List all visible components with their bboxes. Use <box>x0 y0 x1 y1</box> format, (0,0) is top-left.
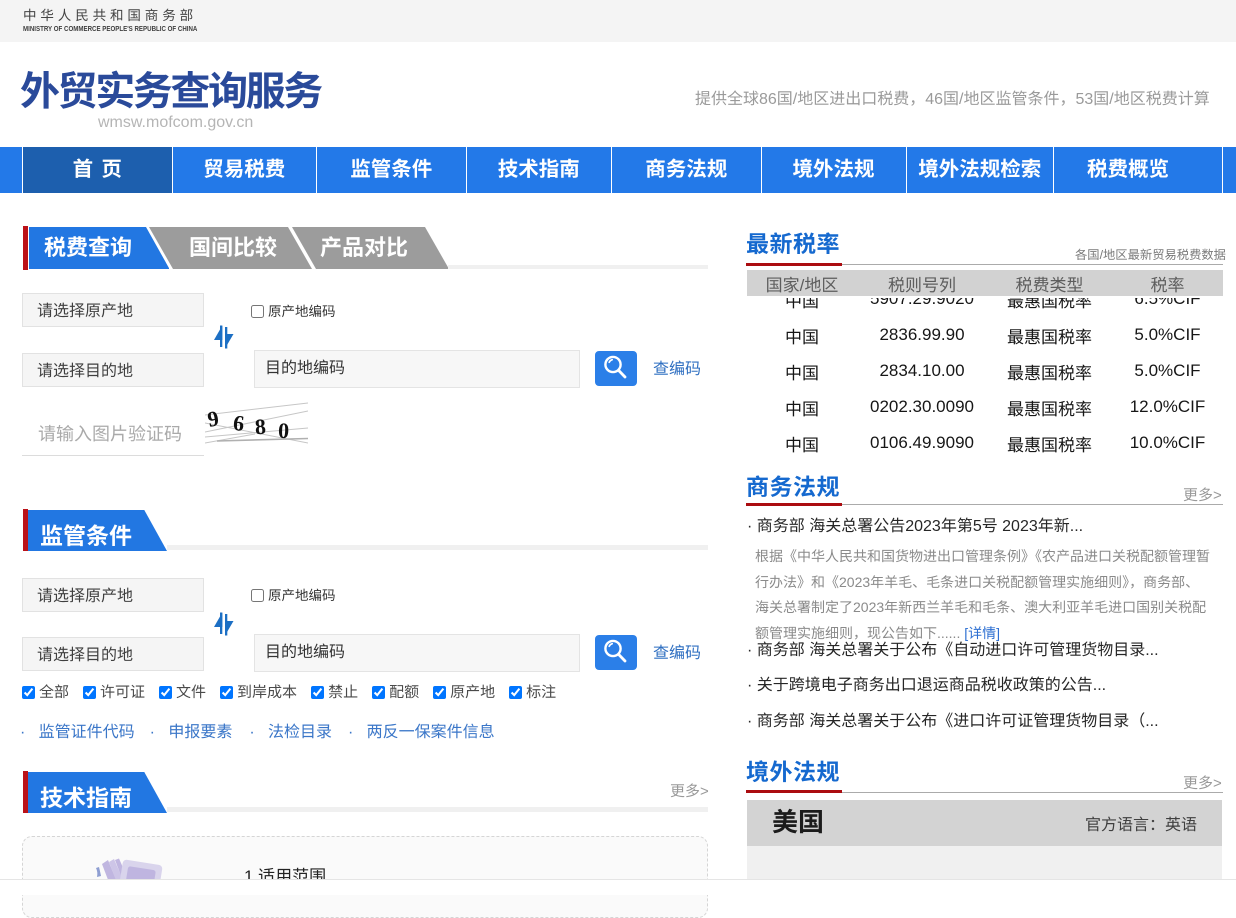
svg-text:6: 6 <box>232 410 246 436</box>
svg-text:9: 9 <box>205 405 220 432</box>
svg-text:8: 8 <box>254 414 267 440</box>
svg-text:0: 0 <box>278 418 290 443</box>
